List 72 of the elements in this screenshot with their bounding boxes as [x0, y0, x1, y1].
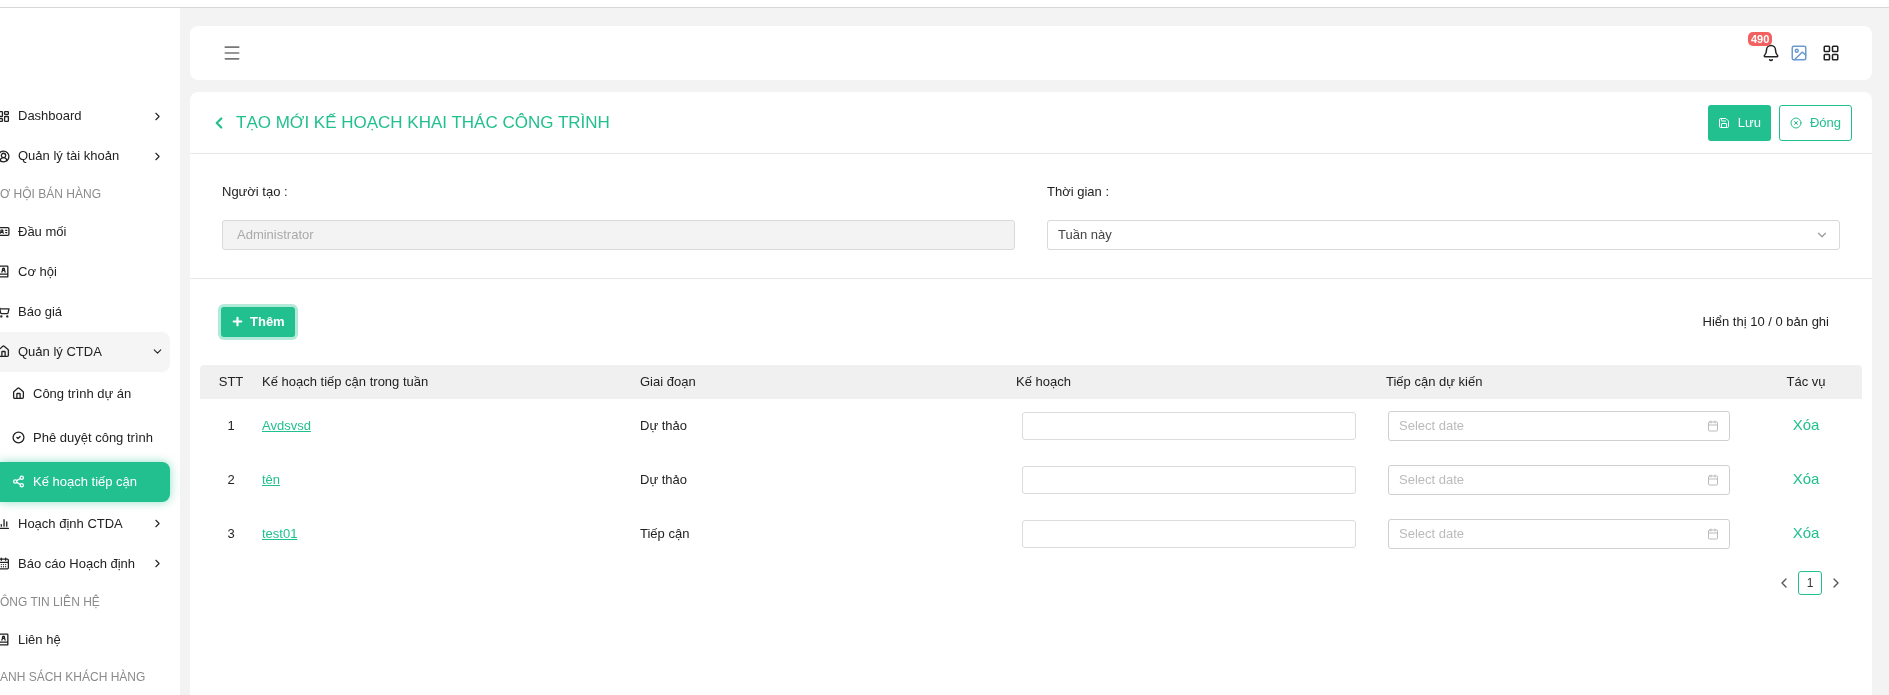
creator-field[interactable]: Administrator	[222, 219, 1015, 250]
column-header: Kế hoạch	[1015, 372, 1072, 391]
page-title: TẠO MỚI KẾ HOẠCH KHAI THÁC CÔNG TRÌNH	[236, 111, 611, 134]
date-picker[interactable]: Select date	[1388, 464, 1730, 495]
sidebar-subitem[interactable]: Phê duyệt công trình	[0, 417, 170, 458]
close-icon	[1789, 116, 1802, 129]
date-picker[interactable]: Select date	[1388, 410, 1730, 441]
section-heading: ÔNG TIN LIÊN HỆ	[0, 593, 100, 611]
save-button[interactable]: Lưu	[1707, 104, 1771, 141]
date-picker[interactable]: Select date	[1388, 518, 1730, 549]
plan-input[interactable]	[1022, 411, 1356, 440]
user-icon	[0, 149, 10, 163]
sidebar-item[interactable]: Cơ hội	[0, 251, 170, 292]
column-header: Kế hoạch tiếp cận trong tuần	[262, 372, 430, 391]
calendar-icon	[1707, 419, 1719, 432]
plan-link[interactable]: tên	[262, 471, 281, 487]
check-circle-icon	[12, 431, 25, 445]
grid-icon[interactable]	[1822, 44, 1840, 62]
id-card-icon	[0, 225, 10, 239]
field-label: Người tạo :	[222, 183, 289, 201]
plan-link[interactable]: Avdsvsd	[262, 417, 311, 433]
section-heading: Ơ HỘI BÁN HÀNG	[0, 185, 101, 203]
contact-book-icon	[0, 632, 10, 646]
plan-input[interactable]	[1022, 519, 1356, 548]
home-icon	[0, 345, 10, 359]
sidebar-item[interactable]: Đầu mối	[0, 211, 170, 252]
sidebar-item[interactable]: Dashboard	[0, 96, 170, 136]
close-button[interactable]: Đóng	[1778, 104, 1852, 141]
column-header: Tác vụ	[1785, 372, 1827, 391]
delete-link[interactable]: Xóa	[1792, 522, 1820, 545]
field-label: Thời gian :	[1047, 183, 1110, 201]
dashboard-icon	[0, 109, 10, 123]
sidebar-item[interactable]: Hoạch định CTDA	[0, 503, 170, 544]
sidebar-subitem[interactable]: Kế hoạch tiếp cận	[0, 461, 170, 502]
sidebar-item[interactable]: Báo giá	[0, 291, 170, 332]
home-icon	[12, 387, 25, 401]
table-cell-text: 3	[226, 524, 236, 543]
table-cell-text: 2	[226, 470, 236, 489]
bar-chart-icon	[0, 517, 10, 531]
table-cell-text: Tiếp cận	[640, 524, 691, 543]
calendar-icon	[1707, 473, 1719, 486]
menu-icon[interactable]	[222, 43, 242, 63]
table-cell-text: Dự thảo	[640, 470, 688, 489]
time-select[interactable]: Tuần này	[1047, 219, 1840, 250]
sidebar-item[interactable]: Quản lý tài khoản	[0, 136, 170, 176]
calendar-icon	[0, 557, 10, 571]
column-header: Giai đoạn	[640, 372, 697, 391]
cart-icon	[0, 305, 10, 319]
plan-link[interactable]: test01	[262, 525, 298, 541]
save-icon	[1717, 116, 1730, 129]
page-button[interactable]: 1	[1798, 570, 1822, 595]
sidebar-subitem[interactable]: Công trình dự án	[0, 373, 170, 414]
table-cell-text: Dự thảo	[640, 416, 688, 435]
delete-link[interactable]: Xóa	[1792, 468, 1820, 491]
delete-link[interactable]: Xóa	[1792, 414, 1820, 437]
sidebar-item[interactable]: Quản lý CTDA	[0, 331, 170, 372]
record-count: Hiển thị 10 / 0 bản ghi	[1702, 312, 1829, 331]
sidebar-item[interactable]: Báo cáo Hoạch định	[0, 543, 170, 584]
plus-icon	[231, 315, 244, 328]
plan-input[interactable]	[1022, 465, 1356, 494]
add-button[interactable]: Thêm	[221, 306, 295, 337]
bell-icon[interactable]	[1762, 44, 1780, 62]
calendar-icon	[1707, 527, 1719, 540]
contact-book-icon	[0, 265, 10, 279]
table-cell-text: 1	[226, 416, 236, 435]
image-icon[interactable]	[1790, 44, 1808, 62]
column-header: Tiếp cận dự kiến	[1385, 372, 1484, 391]
sidebar-item[interactable]: Liên hệ	[0, 619, 170, 660]
share-icon	[12, 475, 25, 489]
notification-badge: 490	[1748, 32, 1773, 46]
section-heading: ANH SÁCH KHÁCH HÀNG	[0, 668, 146, 687]
column-header: STT	[217, 372, 245, 391]
